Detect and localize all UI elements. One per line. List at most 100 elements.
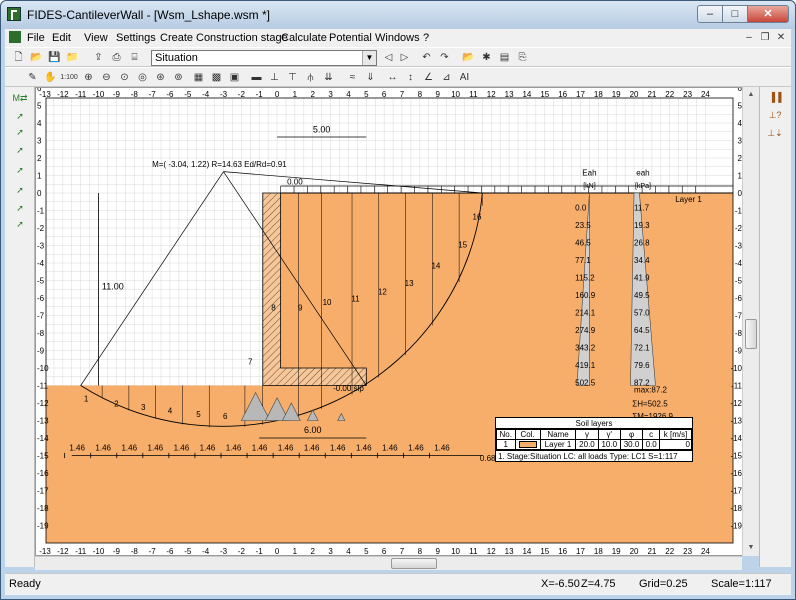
pan-hand-icon[interactable]: ✋ (43, 71, 58, 85)
menu-settings[interactable]: Settings (116, 32, 156, 44)
angle-icon[interactable]: ∠ (421, 71, 436, 85)
menu-bar: File Edit View Settings Create Construct… (5, 29, 791, 47)
arrow-tool-icon[interactable]: ➚ (12, 109, 28, 123)
report-icon[interactable]: ▤ (497, 51, 512, 65)
wall-geometry-icon[interactable]: ⊤ (285, 71, 300, 85)
eah-pressure-label: 79.6 (634, 361, 650, 370)
water-level-icon[interactable]: ≈ (345, 71, 360, 85)
image-icon[interactable]: ▣ (227, 71, 242, 85)
menu-windows[interactable]: Windows (375, 32, 420, 44)
copy-icon[interactable]: ⎘ (515, 51, 530, 65)
x-tick-label-top: 11 (469, 90, 478, 99)
child-restore-button[interactable]: ❐ (757, 31, 773, 45)
delete-point-icon[interactable]: ➚ (12, 201, 28, 215)
horizontal-scrollbar[interactable] (35, 556, 742, 570)
xml-export-icon[interactable]: ⌸ (127, 51, 142, 65)
surcharge-icon[interactable]: ⇊ (321, 71, 336, 85)
previous-stage-icon[interactable]: ◁ (381, 51, 396, 65)
menu-view[interactable]: View (84, 32, 108, 44)
eah-pressure-label: 57.0 (634, 309, 650, 318)
redo-icon[interactable]: ↷ (437, 51, 452, 65)
edit-point-icon[interactable]: ➚ (12, 163, 28, 177)
x-tick-label-top: -4 (202, 90, 210, 99)
strip-load-icon[interactable]: ⇓ (363, 71, 378, 85)
x-tick-label-bottom: 6 (382, 547, 387, 556)
x-tick-label-bottom: 3 (328, 547, 333, 556)
menu-file[interactable]: File (27, 32, 45, 44)
print-icon[interactable]: ⎙ (109, 51, 124, 65)
drawing-canvas[interactable]: -13 -13 -12 -12 -11 -11 -10 -10 -9 -9 -8 -8 -7 -7 -6 -6… (35, 87, 759, 556)
x-tick-label-top: 20 (630, 90, 639, 99)
info-icon[interactable]: ⊥? (764, 107, 786, 123)
zoom-out-icon[interactable]: ⊖ (99, 71, 114, 85)
open-project-icon[interactable]: 📂 (461, 51, 476, 65)
x-tick-label-top: -12 (57, 90, 69, 99)
menu-edit[interactable]: Edit (52, 32, 71, 44)
title-bar: FIDES-CantileverWall - [Wsm_Lshape.wsm *… (1, 1, 795, 29)
vertical-scrollbar[interactable]: ▲ ▼ (742, 87, 759, 556)
ai-icon[interactable]: AI (457, 71, 472, 85)
x-tick-label-top: 13 (505, 90, 514, 99)
menu-help[interactable]: ? (423, 32, 429, 44)
wizard-icon[interactable]: ✱ (479, 51, 494, 65)
close-button[interactable]: ✕ (747, 5, 789, 23)
mirror-icon[interactable]: M⇄ (12, 91, 28, 105)
zoom-in-icon[interactable]: ⊕ (81, 71, 96, 85)
line-tool-icon[interactable]: ➚ (12, 125, 28, 139)
zoom-fit-icon[interactable]: ⊚ (171, 71, 186, 85)
pencil-icon[interactable]: ✎ (25, 71, 40, 85)
save-icon[interactable]: 💾 (47, 51, 62, 65)
zoom-all-icon[interactable]: ⊛ (153, 71, 168, 85)
menu-create[interactable]: Create (160, 32, 193, 44)
x-tick-label-top: 15 (540, 90, 549, 99)
open-folder-icon[interactable]: 📂 (29, 51, 44, 65)
child-minimize-button[interactable]: – (741, 31, 757, 45)
document-icon[interactable] (9, 31, 21, 43)
scroll-down-icon[interactable]: ▼ (745, 542, 757, 554)
move-point-icon[interactable]: ➚ (12, 183, 28, 197)
insert-point-icon[interactable]: ➚ (12, 217, 28, 231)
zoom-previous-icon[interactable]: ◎ (135, 71, 150, 85)
eah-pressure-label: 64.5 (634, 326, 650, 335)
scale-icon[interactable]: 1:100 (59, 71, 79, 85)
child-close-button[interactable]: ✕ (773, 31, 789, 45)
menu-potential[interactable]: Potential (329, 32, 372, 44)
export-icon[interactable]: ⇪ (91, 51, 106, 65)
minimize-button[interactable]: – (697, 5, 723, 23)
menu-calculate[interactable]: Calculate (281, 32, 327, 44)
y-tick-label-right: -11 (731, 382, 743, 391)
stage-select[interactable]: Situation ▼ (151, 50, 377, 66)
chevron-down-icon[interactable]: ▼ (362, 51, 376, 65)
spacing-label: 1.46 (408, 443, 424, 452)
menu-construction-stage[interactable]: Construction stage (196, 32, 288, 44)
soil-header-k: k [m/s] (659, 429, 692, 440)
results-icon[interactable]: ▐▐ (764, 89, 786, 105)
polyline-tool-icon[interactable]: ➚ (12, 143, 28, 157)
maximize-button[interactable]: □ (722, 5, 748, 23)
table-row[interactable]: 1 Layer 1 20.0 10.0 30.0 0.0 0 (496, 439, 692, 450)
cantilever-wall-drawing[interactable]: -13-13-12-12-11-11-10-10-9-9-8-8-7-7-6-6… (36, 88, 743, 556)
slope-icon[interactable]: ⊿ (439, 71, 454, 85)
soil-layer-icon[interactable]: ▬ (249, 71, 264, 85)
horizontal-scroll-thumb[interactable] (391, 558, 437, 569)
x-tick-label-bottom: -3 (220, 547, 228, 556)
undo-icon[interactable]: ↶ (419, 51, 434, 65)
vertical-dimension-icon[interactable]: ↕ (403, 71, 418, 85)
scroll-up-icon[interactable]: ▲ (745, 89, 757, 101)
x-tick-label-bottom: -5 (184, 547, 192, 556)
vertical-scroll-thumb[interactable] (745, 319, 757, 349)
grid-icon[interactable]: ▦ (191, 71, 206, 85)
open-recent-icon[interactable]: 📁 (65, 51, 80, 65)
x-tick-label-top: 17 (576, 90, 585, 99)
wall-icon[interactable]: ⊥ (267, 71, 282, 85)
new-file-icon[interactable]: 🗋 (11, 51, 26, 65)
anchor-icon[interactable]: ⫛ (303, 71, 318, 85)
snap-grid-icon[interactable]: ▩ (209, 71, 224, 85)
list-icon[interactable]: ⊥⇣ (764, 125, 786, 141)
horizontal-dimension-icon[interactable]: ↔ (385, 71, 400, 85)
next-stage-icon[interactable]: ▷ (397, 51, 412, 65)
x-tick-label-top: 24 (701, 90, 710, 99)
spacing-label: 1.46 (278, 443, 294, 452)
x-tick-label-bottom: 23 (683, 547, 692, 556)
zoom-window-icon[interactable]: ⊙ (117, 71, 132, 85)
